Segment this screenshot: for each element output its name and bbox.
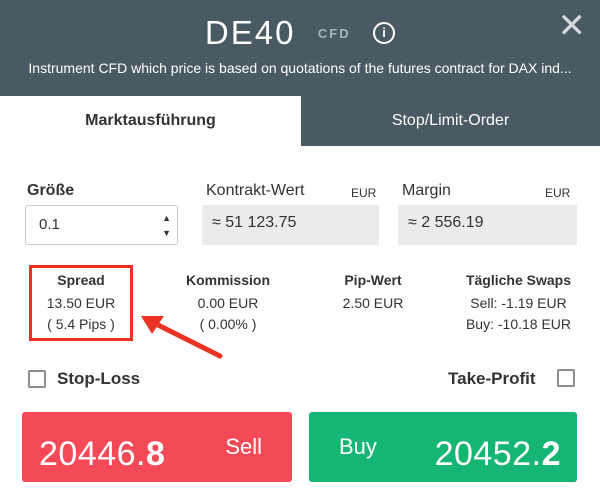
sell-button[interactable]: Sell 20446.8 xyxy=(22,412,292,482)
contract-value-currency: EUR xyxy=(351,186,377,200)
info-icon[interactable]: i xyxy=(373,22,396,44)
margin-currency: EUR xyxy=(545,186,571,200)
instrument-header: DE40 CFD i ✕ Instrument CFD which price … xyxy=(0,0,600,96)
swaps-stat: Tägliche Swaps Sell: -1.19 EUR Buy: -10.… xyxy=(456,272,581,335)
commission-value: 0.00 EUR xyxy=(197,295,259,311)
stop-loss-checkbox[interactable] xyxy=(28,370,46,388)
pip-value-label: Pip-Wert xyxy=(344,272,402,288)
contract-value-field: ≈ 51 123.75 xyxy=(202,205,379,245)
swap-sell: Sell: -1.19 EUR xyxy=(470,295,567,311)
margin-value: ≈ 2 556.19 xyxy=(408,214,484,231)
commission-label: Kommission xyxy=(185,272,270,288)
sell-price-last-digit: 8 xyxy=(146,435,166,473)
sell-price: 20446.8 xyxy=(39,435,165,474)
tab-stop-limit-order[interactable]: Stop/Limit-Order xyxy=(301,96,600,146)
sell-price-main: 20446. xyxy=(39,435,146,473)
stepper-down-icon[interactable]: ▼ xyxy=(162,228,171,238)
commission-percent: ( 0.00% ) xyxy=(199,316,257,332)
contract-value-label: Kontrakt-Wert xyxy=(206,182,305,199)
title-row: DE40 CFD i xyxy=(0,14,600,52)
close-icon[interactable]: ✕ xyxy=(558,6,587,46)
instrument-symbol: DE40 xyxy=(204,14,296,51)
size-label: Größe xyxy=(27,182,75,199)
take-profit-label[interactable]: Take-Profit xyxy=(448,369,536,389)
swap-buy: Buy: -10.18 EUR xyxy=(465,316,572,332)
swaps-label: Tägliche Swaps xyxy=(465,272,572,288)
instrument-description: Instrument CFD which price is based on q… xyxy=(28,60,572,76)
size-value[interactable]: 0.1 xyxy=(39,216,60,233)
buy-price: 20452.2 xyxy=(435,435,561,474)
pip-value: 2.50 EUR xyxy=(342,295,404,311)
buy-price-main: 20452. xyxy=(434,435,542,473)
instrument-type-badge: CFD xyxy=(317,25,351,41)
order-type-tabs: Marktausführung Stop/Limit-Order xyxy=(0,96,600,146)
stepper-up-icon[interactable]: ▲ xyxy=(162,213,171,223)
size-stepper[interactable]: 0.1 ▲ ▼ xyxy=(25,205,178,245)
buy-button[interactable]: Buy 20452.2 xyxy=(309,412,577,482)
pip-value-stat: Pip-Wert 2.50 EUR xyxy=(323,272,423,314)
stop-loss-label[interactable]: Stop-Loss xyxy=(57,369,140,389)
spread-highlight-box xyxy=(29,265,133,341)
buy-label: Buy xyxy=(339,434,377,459)
sell-label: Sell xyxy=(225,434,262,459)
margin-label: Margin xyxy=(402,182,451,199)
commission-stat: Kommission 0.00 EUR ( 0.00% ) xyxy=(168,272,288,335)
take-profit-checkbox[interactable] xyxy=(557,369,575,387)
tab-market-execution[interactable]: Marktausführung xyxy=(0,96,301,146)
buy-price-last-digit: 2 xyxy=(541,435,561,473)
margin-field: ≈ 2 556.19 xyxy=(398,205,577,245)
contract-value: ≈ 51 123.75 xyxy=(212,214,297,231)
